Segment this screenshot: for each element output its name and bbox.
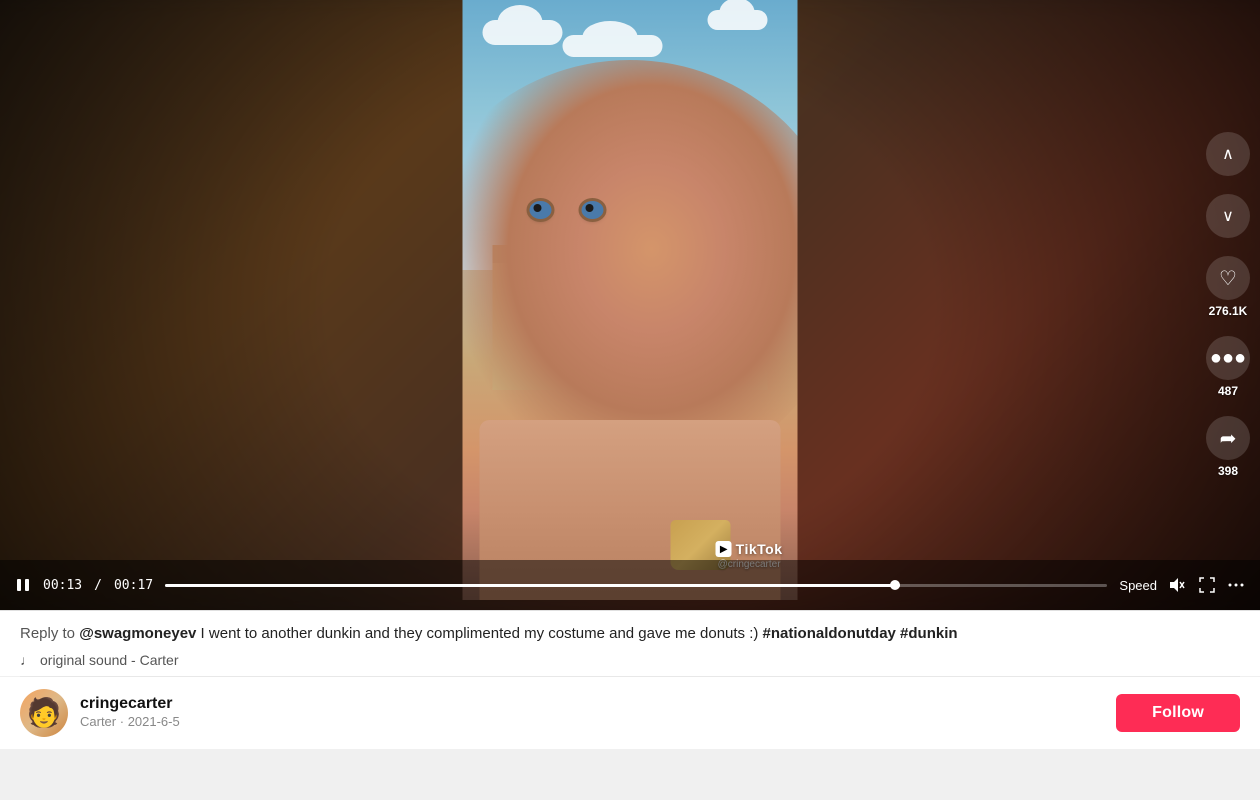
follow-button[interactable]: Follow: [1116, 694, 1240, 732]
author-display-name: Carter: [80, 714, 116, 729]
chevron-down-icon: ∨: [1206, 194, 1250, 238]
more-options-button[interactable]: [1227, 577, 1245, 593]
progress-fill: [165, 584, 900, 587]
time-display: 00:13: [43, 578, 82, 593]
right-eye: [582, 201, 604, 219]
video-controls-bar: 00:13 / 00:17 Speed: [0, 560, 1260, 610]
comment-icon: ●●●: [1206, 336, 1250, 380]
nav-up-button[interactable]: ∧: [1206, 132, 1250, 176]
share-count: 398: [1218, 464, 1238, 478]
sound-row[interactable]: ♩ original sound - Carter: [20, 652, 1240, 668]
heart-icon: ♡: [1206, 256, 1250, 300]
author-row: 🧑 cringecarter Carter · 2021-6-5 Follow: [0, 677, 1260, 749]
pause-button[interactable]: [15, 577, 31, 593]
video-player[interactable]: DUNKIN' DONUTS: [0, 0, 1260, 610]
tiktok-logo: ▶ TikTok: [716, 541, 783, 557]
share-button[interactable]: ➦ 398: [1206, 416, 1250, 478]
speed-button[interactable]: Speed: [1119, 578, 1157, 593]
left-eye: [530, 201, 552, 219]
sound-text: original sound - Carter: [40, 652, 179, 668]
caption-hashtags[interactable]: #nationaldonutday #dunkin: [758, 625, 957, 642]
author-date: 2021-6-5: [128, 714, 180, 729]
avatar-image: 🧑: [27, 696, 62, 729]
cloud-1: [483, 20, 563, 45]
person-face: [463, 60, 798, 480]
video-actions: ∧ ∨ ♡ 276.1K ●●● 487 ➦ 398: [1206, 132, 1250, 478]
caption-body: I went to another dunkin and they compli…: [196, 625, 758, 642]
comment-count: 487: [1218, 384, 1238, 398]
mention-username[interactable]: @swagmoneyev: [79, 625, 196, 642]
music-icon: ♩: [20, 652, 34, 668]
cloud-3: [563, 35, 663, 57]
page: DUNKIN' DONUTS: [0, 0, 1260, 800]
progress-thumb: [890, 580, 900, 590]
nav-down-button[interactable]: ∨: [1206, 194, 1250, 238]
info-section: Reply to @swagmoneyev I went to another …: [0, 610, 1260, 676]
author-username[interactable]: cringecarter: [80, 695, 1104, 713]
reply-prefix: Reply to: [20, 625, 79, 642]
author-info: cringecarter Carter · 2021-6-5: [80, 695, 1104, 731]
time-separator: /: [94, 578, 102, 593]
like-button[interactable]: ♡ 276.1K: [1206, 256, 1250, 318]
eye-area: [530, 180, 748, 240]
caption: Reply to @swagmoneyev I went to another …: [20, 623, 1240, 646]
progress-bar[interactable]: [165, 584, 1107, 587]
author-meta: Carter · 2021-6-5: [80, 714, 180, 729]
tiktok-wordmark: TikTok: [736, 541, 783, 557]
video-frame: DUNKIN' DONUTS: [463, 0, 798, 600]
video-content: DUNKIN' DONUTS: [463, 0, 798, 600]
fullscreen-button[interactable]: [1199, 577, 1215, 593]
share-icon: ➦: [1206, 416, 1250, 460]
volume-button[interactable]: [1169, 577, 1187, 593]
time-total: 00:17: [114, 578, 153, 593]
cloud-2: [708, 10, 768, 30]
avatar[interactable]: 🧑: [20, 689, 68, 737]
like-count: 276.1K: [1209, 304, 1248, 318]
tiktok-icon: ▶: [716, 541, 732, 557]
comment-button[interactable]: ●●● 487: [1206, 336, 1250, 398]
chevron-up-icon: ∧: [1206, 132, 1250, 176]
